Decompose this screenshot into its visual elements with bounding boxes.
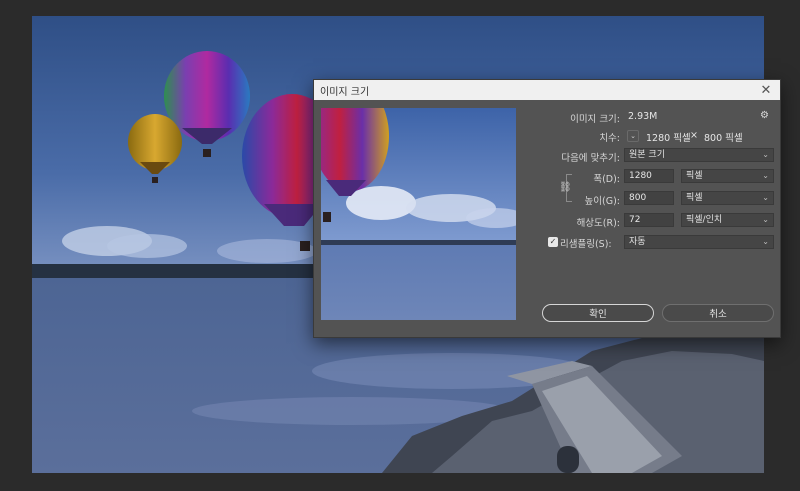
close-icon[interactable]: ✕ <box>758 82 774 98</box>
resolution-unit-select[interactable]: 픽셀/인치 ⌄ <box>681 213 774 227</box>
chevron-down-icon: ⌄ <box>762 237 769 246</box>
chevron-down-icon: ⌄ <box>762 193 769 202</box>
resolution-label: 해상도(R): <box>576 218 620 229</box>
resolution-unit-value: 픽셀/인치 <box>686 215 723 225</box>
dimensions-height: 800 픽셀 <box>704 133 743 144</box>
dialog-titlebar[interactable]: 이미지 크기 ✕ <box>314 80 780 100</box>
width-input[interactable]: 1280 <box>624 169 674 183</box>
resample-select[interactable]: 자동 ⌄ <box>624 235 774 249</box>
ok-button[interactable]: 확인 <box>542 304 654 322</box>
width-unit-value: 픽셀 <box>686 171 703 181</box>
gear-icon[interactable]: ⚙ <box>760 110 769 121</box>
cancel-button-label: 취소 <box>709 309 727 320</box>
preview-artwork <box>321 108 516 320</box>
chevron-down-icon: ⌄ <box>762 150 769 159</box>
dimensions-separator: × <box>690 130 698 141</box>
fit-to-select[interactable]: 원본 크기 ⌄ <box>624 148 774 162</box>
resolution-input[interactable]: 72 <box>624 213 674 227</box>
resample-checkbox[interactable]: ✓ <box>548 237 558 247</box>
dimensions-label: 치수: <box>599 133 620 144</box>
dialog-title: 이미지 크기 <box>320 86 370 98</box>
image-size-label: 이미지 크기: <box>570 114 620 125</box>
height-input[interactable]: 800 <box>624 191 674 205</box>
fit-to-value: 원본 크기 <box>629 150 665 160</box>
image-size-dialog: 이미지 크기 ✕ 이미지 크기: 2.93M ⚙ 치수: ⌄ 1280 픽셀 ×… <box>313 79 781 338</box>
resample-label: 리샘플링(S): <box>560 239 612 250</box>
height-unit-select[interactable]: 픽셀 ⌄ <box>681 191 774 205</box>
image-preview[interactable] <box>321 108 516 320</box>
width-unit-select[interactable]: 픽셀 ⌄ <box>681 169 774 183</box>
fit-to-label: 다음에 맞추기: <box>561 153 620 164</box>
height-label: 높이(G): <box>584 196 620 207</box>
dimensions-width: 1280 픽셀 <box>646 133 691 144</box>
width-label: 폭(D): <box>593 174 620 185</box>
dimensions-chevron-icon[interactable]: ⌄ <box>627 130 639 142</box>
ok-button-label: 확인 <box>589 309 607 320</box>
height-unit-value: 픽셀 <box>686 193 703 203</box>
cancel-button[interactable]: 취소 <box>662 304 774 322</box>
chevron-down-icon: ⌄ <box>762 215 769 224</box>
image-size-value: 2.93M <box>628 111 658 122</box>
resample-value: 자동 <box>629 237 646 247</box>
chevron-down-icon: ⌄ <box>762 171 769 180</box>
